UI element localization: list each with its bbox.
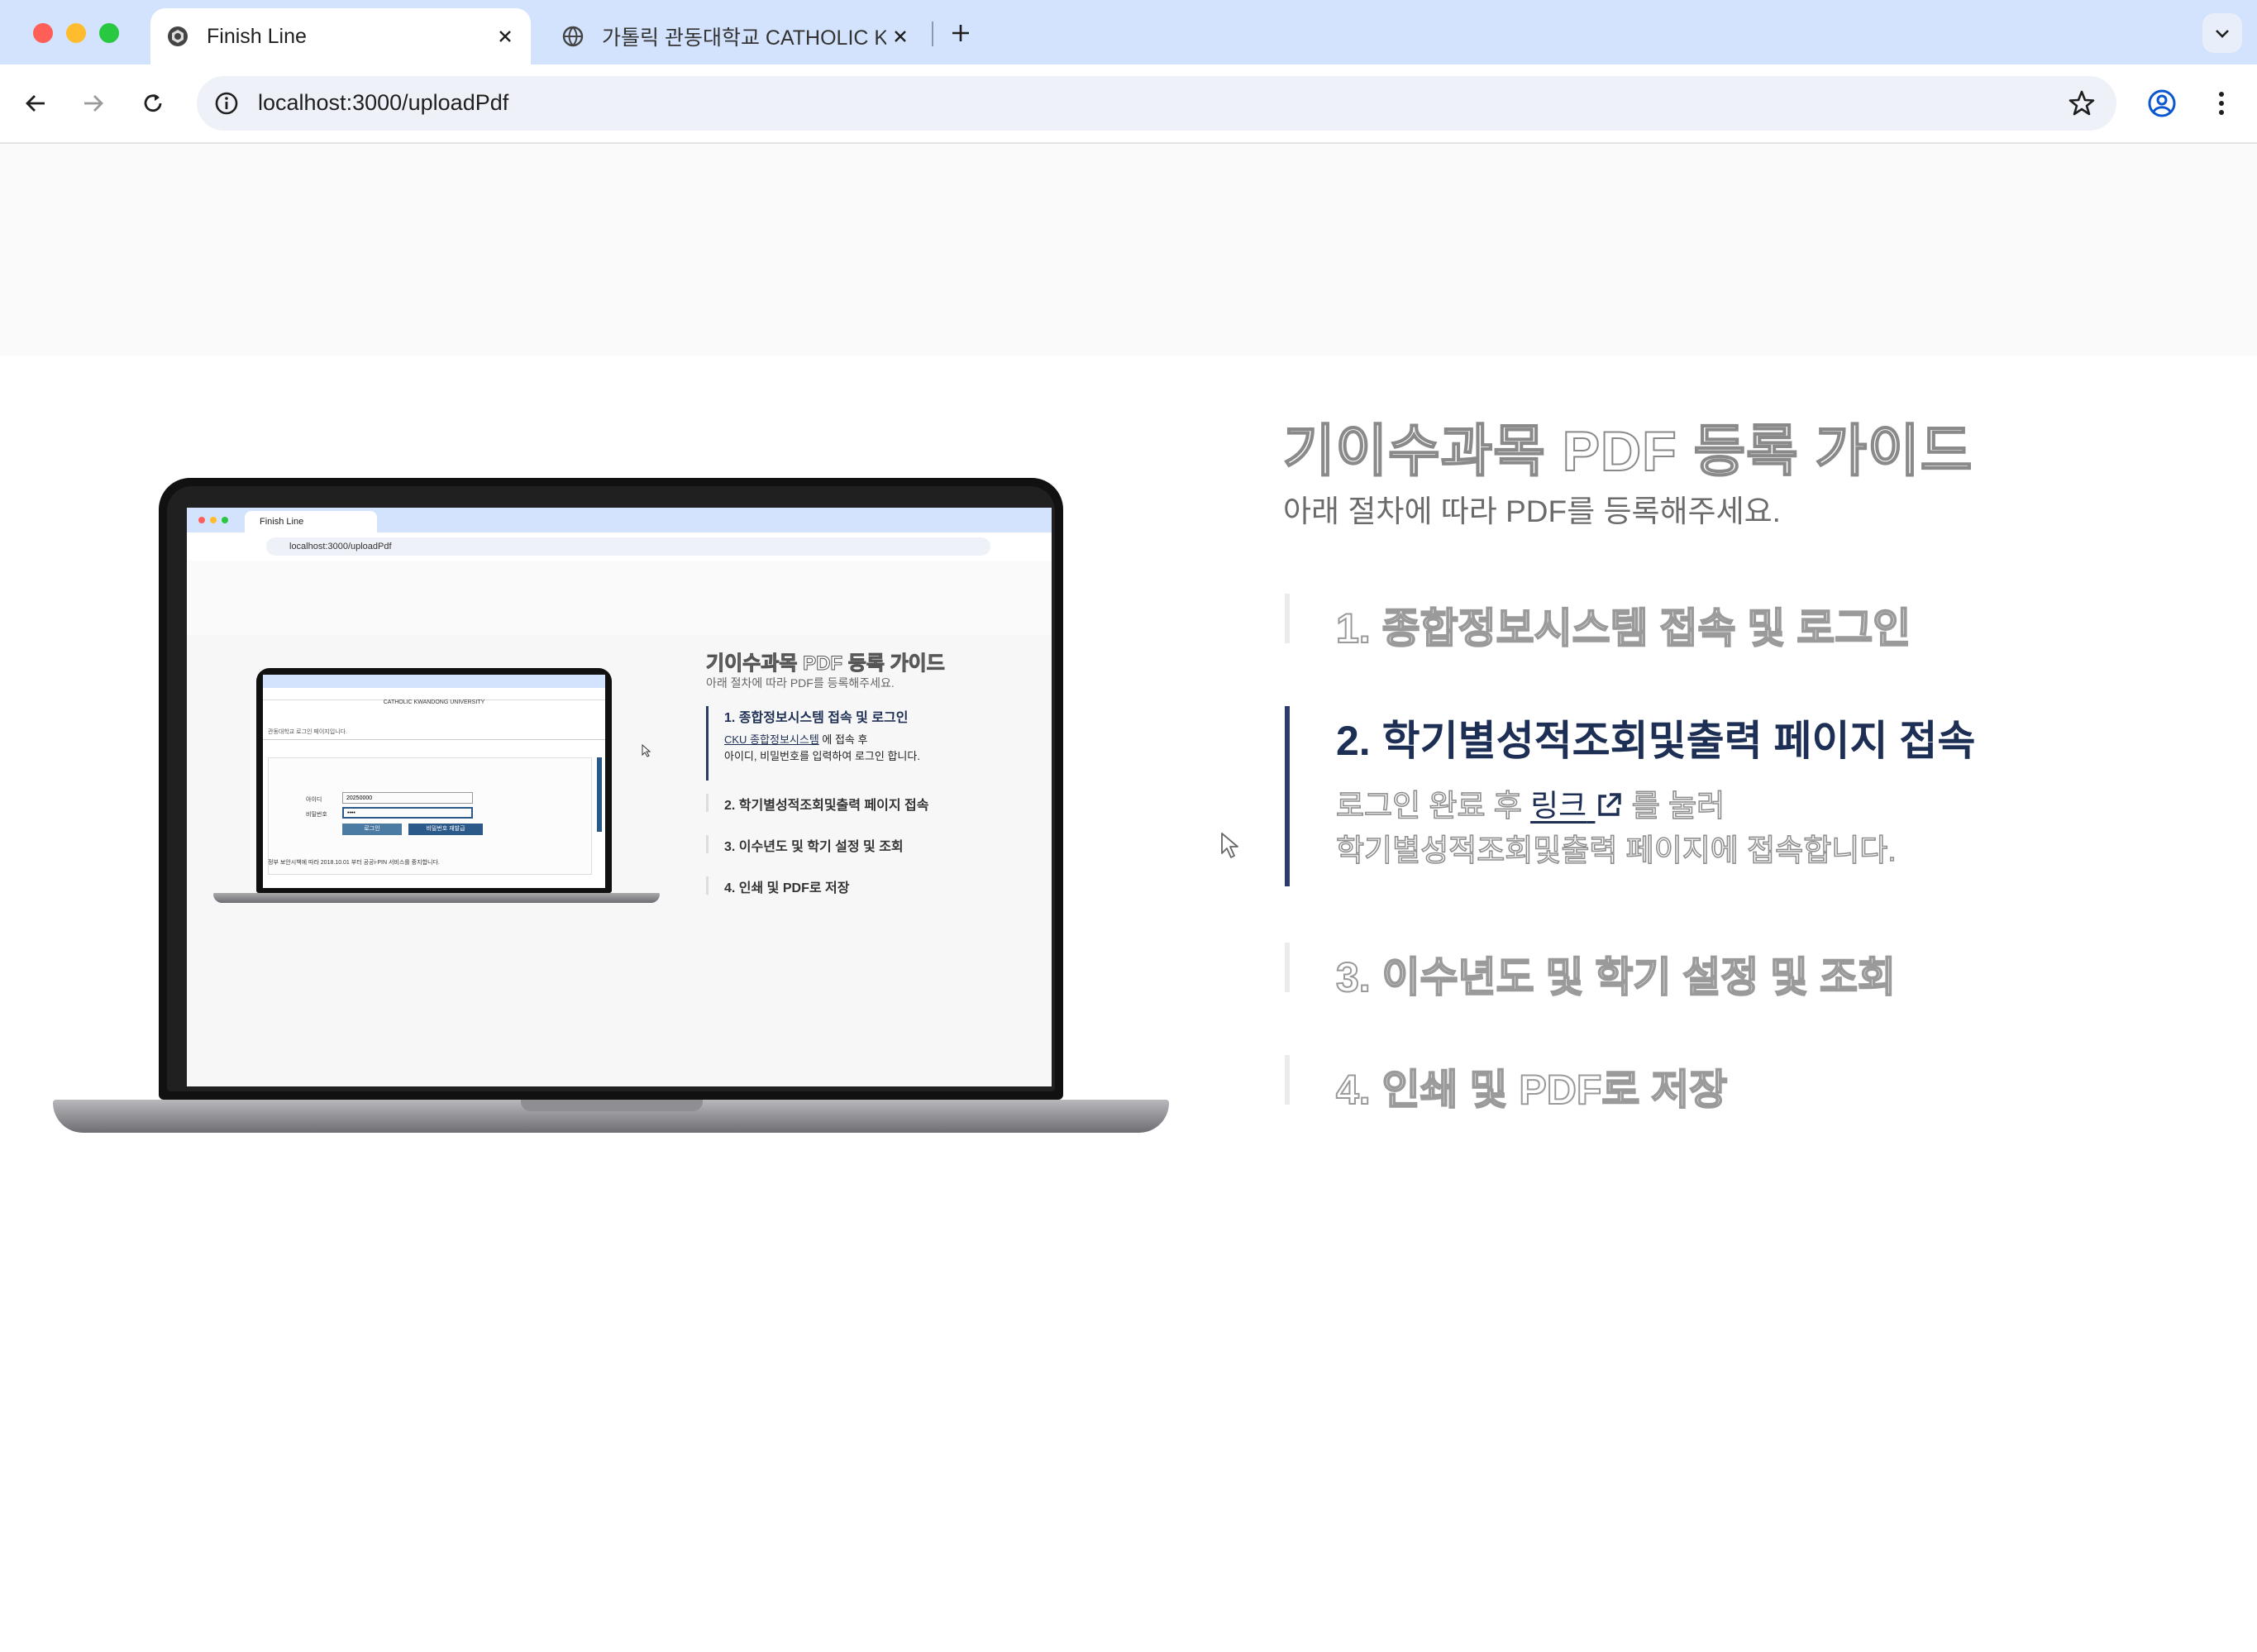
mockup-screen: Finish Line localhost:3000/uploadPdf CAT… xyxy=(187,508,1052,1086)
nested-pw-field: •••• xyxy=(342,807,473,819)
address-bar[interactable]: localhost:3000/uploadPdf xyxy=(197,76,2116,131)
mockup-tab-title: Finish Line xyxy=(260,517,304,527)
step-2-link-text[interactable]: 링크 xyxy=(1530,789,1587,823)
step-indicator xyxy=(1285,1055,1290,1105)
mockup-cursor-icon xyxy=(642,744,651,757)
nested-screen: CATHOLIC KWANDONG UNIVERSITY 관동대학교 로그인 페… xyxy=(263,675,605,888)
mockup-toolbar: localhost:3000/uploadPdf xyxy=(187,532,1052,561)
step-4-title[interactable]: 4. 인쇄 및 PDF로 저장 xyxy=(1335,1057,1728,1116)
mockup-tab-strip: Finish Line xyxy=(187,508,1052,532)
mockup-step-1-link: CKU 종합정보시스템 xyxy=(724,733,819,746)
close-tab-icon[interactable] xyxy=(886,22,914,50)
mockup-title: 기이수과목 PDF 등록 가이드 xyxy=(706,652,946,676)
page-title: 기이수과목 PDF 등록 가이드 xyxy=(1282,419,1973,484)
kebab-menu-icon[interactable] xyxy=(2202,84,2240,122)
step-2-desc-prefix: 로그인 완료 후 xyxy=(1335,788,1531,824)
mockup-step-indicator xyxy=(706,835,709,853)
laptop-notch xyxy=(521,1100,703,1111)
close-tab-icon[interactable] xyxy=(491,22,519,50)
globe-icon xyxy=(561,24,585,49)
mockup-step-indicator xyxy=(706,706,709,781)
mockup-band xyxy=(187,561,1052,635)
reload-button[interactable] xyxy=(134,84,172,122)
mouse-cursor-icon xyxy=(1221,833,1238,858)
step-1-title[interactable]: 1. 종합정보시스템 접속 및 로그인 xyxy=(1335,595,1911,655)
mockup-step-indicator xyxy=(706,794,709,812)
nested-laptop: CATHOLIC KWANDONG UNIVERSITY 관동대학교 로그인 페… xyxy=(256,668,612,893)
laptop-mockup: Finish Line localhost:3000/uploadPdf CAT… xyxy=(159,478,1063,1100)
mockup-tab: Finish Line xyxy=(245,511,377,532)
mockup-subtitle: 아래 절차에 따라 PDF를 등록해주세요. xyxy=(706,676,895,690)
page-subtitle: 아래 절차에 따라 PDF를 등록해주세요. xyxy=(1283,494,1781,528)
tab-separator xyxy=(932,21,933,46)
minimize-window-button[interactable] xyxy=(66,23,86,43)
back-button[interactable] xyxy=(17,84,55,122)
tab-finish-line[interactable]: Finish Line xyxy=(150,8,531,64)
nested-laptop-base xyxy=(213,893,660,903)
mockup-step-3: 3. 이수년도 및 학기 설정 및 조회 xyxy=(724,840,904,854)
nested-heading: CATHOLIC KWANDONG UNIVERSITY xyxy=(383,699,485,705)
maximize-window-button[interactable] xyxy=(99,23,119,43)
mockup-url: localhost:3000/uploadPdf xyxy=(266,537,990,556)
nested-login-notice: 관동대학교 로그인 페이지입니다. xyxy=(268,729,347,735)
nested-footer: 정부 보안시책에 따라 2018.10.01 부터 공공i-PIN 서비스를 중… xyxy=(268,860,440,866)
tab-strip: Finish Line 가톨릭 관동대학교 CATHOLIC KWANDONG xyxy=(0,0,2257,64)
mockup-step-4: 4. 인쇄 및 PDF로 저장 xyxy=(724,881,850,895)
mockup-step-indicator xyxy=(706,876,709,895)
external-link-icon[interactable] xyxy=(1595,791,1623,819)
mockup-step-1-line1: CKU 종합정보시스템 에 접속 후 xyxy=(724,731,867,747)
back-arrow-icon xyxy=(26,95,45,112)
close-window-button[interactable] xyxy=(33,23,53,43)
mockup-step-2: 2. 학기별성적조회및출력 페이지 접속 xyxy=(724,799,929,813)
step-indicator xyxy=(1285,943,1290,992)
reload-icon xyxy=(144,94,162,112)
chevron-down-icon xyxy=(2216,30,2229,38)
step-3-title[interactable]: 3. 이수년도 및 학기 설정 및 조회 xyxy=(1335,944,1897,1004)
step-2-link[interactable]: 링크 xyxy=(1530,789,1623,823)
step-2-title[interactable]: 2. 학기별성적조회및출력 페이지 접속 xyxy=(1336,708,1975,767)
nested-id-label: 아이디 xyxy=(306,797,322,803)
mockup-step-1-line2: 아이디, 비밀번호를 입력하여 로그인 합니다. xyxy=(724,750,920,762)
nested-reset-button: 비밀번호 재발급 xyxy=(408,824,483,835)
new-tab-button[interactable] xyxy=(944,17,977,50)
tab-title: Finish Line xyxy=(207,24,307,48)
profile-icon[interactable] xyxy=(2143,84,2181,122)
forward-button[interactable] xyxy=(74,84,112,122)
site-info-icon[interactable] xyxy=(213,90,240,117)
plus-icon xyxy=(952,25,969,41)
tab-search-button[interactable] xyxy=(2202,13,2242,53)
step-2-desc-suffix: 를 눌러 xyxy=(1623,788,1725,824)
nested-id-field: 20250000 xyxy=(342,792,473,804)
nested-login-button: 로그인 xyxy=(342,824,402,835)
mockup-step-1-suffix: 에 접속 후 xyxy=(818,733,868,746)
mockup-step-1: 1. 종합정보시스템 접속 및 로그인 xyxy=(724,711,909,725)
tab-title: 가톨릭 관동대학교 CATHOLIC KWANDONG xyxy=(602,26,886,50)
url-text[interactable]: localhost:3000/uploadPdf xyxy=(258,90,508,116)
header-band xyxy=(0,144,2257,356)
step-2-desc-line1: 로그인 완료 후 링크 를 눌러 xyxy=(1335,784,1725,828)
tab-catholic-kwandong[interactable]: 가톨릭 관동대학교 CATHOLIC KWANDONG xyxy=(546,8,926,64)
app-logo-icon xyxy=(165,24,190,49)
step-indicator xyxy=(1285,594,1290,643)
forward-arrow-icon xyxy=(84,95,103,112)
step-indicator-active xyxy=(1285,706,1290,886)
step-2-desc-line2: 학기별성적조회및출력 페이지에 접속합니다. xyxy=(1335,833,1897,868)
browser-toolbar: localhost:3000/uploadPdf xyxy=(0,64,2257,144)
bookmark-star-icon[interactable] xyxy=(2067,88,2097,118)
nested-pw-label: 비밀번호 xyxy=(306,812,327,818)
